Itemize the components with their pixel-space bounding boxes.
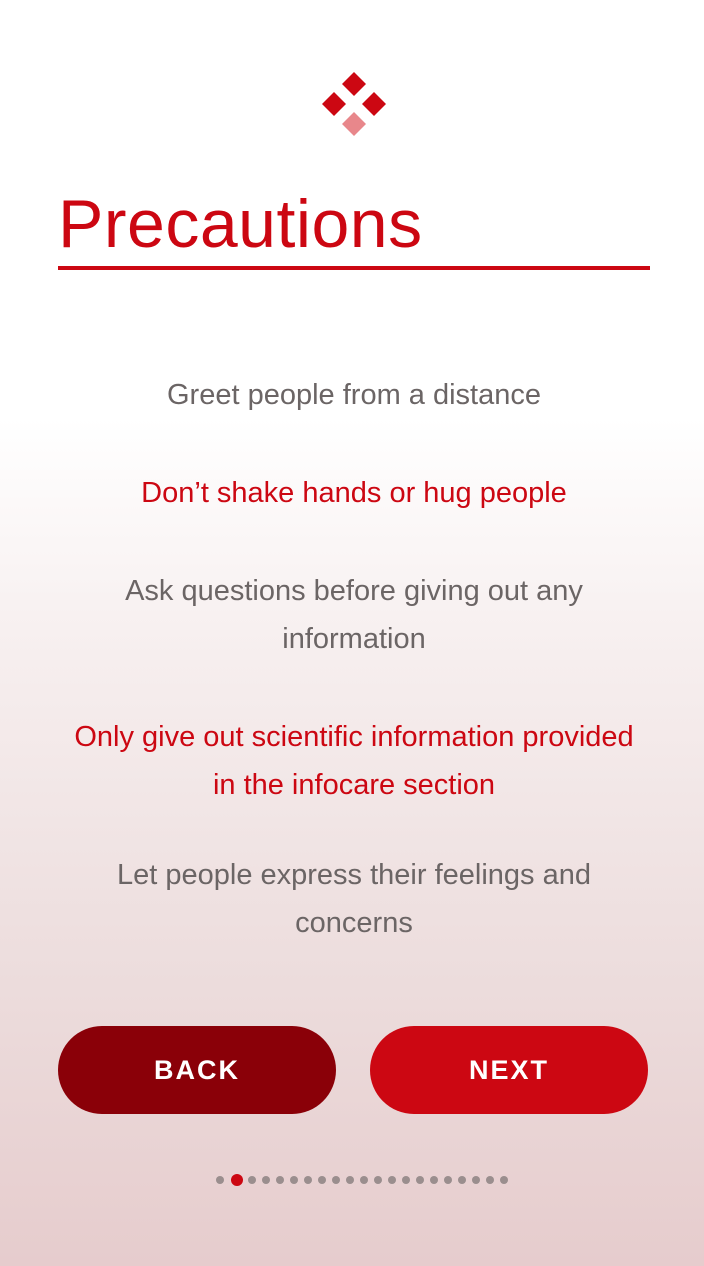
page-dot — [458, 1176, 466, 1184]
page-indicator — [216, 1174, 514, 1186]
page-dot — [374, 1176, 382, 1184]
tip-greet-distance: Greet people from a distance — [167, 379, 541, 411]
tip-express-feelings: Let people express their feelings and co… — [117, 859, 591, 939]
tip-ask-questions: Ask questions before giving out any info… — [125, 575, 583, 655]
page-dot — [416, 1176, 424, 1184]
page-dot — [444, 1176, 452, 1184]
page-dot — [346, 1176, 354, 1184]
page-dot — [500, 1176, 508, 1184]
page-dot — [388, 1176, 396, 1184]
page-dot — [216, 1176, 224, 1184]
page-dot — [262, 1176, 270, 1184]
page-dot-active — [231, 1174, 243, 1186]
brand-logo-icon — [322, 72, 386, 136]
page-dot — [486, 1176, 494, 1184]
page-dot — [430, 1176, 438, 1184]
page-dot — [248, 1176, 256, 1184]
tip-scientific-info: Only give out scientific information pro… — [74, 721, 634, 801]
back-button[interactable]: BACK — [58, 1026, 336, 1114]
page-dot — [402, 1176, 410, 1184]
logo-diamond-bottom — [342, 112, 366, 136]
page-dot — [360, 1176, 368, 1184]
tip-no-handshake: Don’t shake hands or hug people — [141, 477, 567, 509]
page-dot — [472, 1176, 480, 1184]
logo-diamond-left — [322, 92, 346, 116]
page-dot — [318, 1176, 326, 1184]
logo-diamond-right — [362, 92, 386, 116]
page-dot — [290, 1176, 298, 1184]
page-title: Precautions — [58, 186, 423, 262]
next-button[interactable]: NEXT — [370, 1026, 648, 1114]
title-underline — [58, 266, 650, 270]
page-dot — [332, 1176, 340, 1184]
page-dot — [304, 1176, 312, 1184]
page-dot — [276, 1176, 284, 1184]
precautions-list: Greet people from a distance Don’t shake… — [60, 371, 648, 997]
logo-diamond-top — [342, 72, 366, 96]
